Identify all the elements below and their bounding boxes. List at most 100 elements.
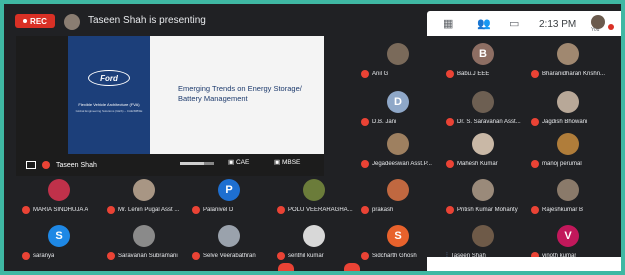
mic-muted-icon xyxy=(277,206,285,214)
participant-name: Anil G xyxy=(372,71,389,77)
participant-label: Anil G xyxy=(361,70,441,78)
mic-muted-icon xyxy=(446,160,454,168)
mic-muted-icon xyxy=(192,206,200,214)
participant-label: Selve Veerabathran xyxy=(192,252,272,260)
participant-label: Rajeshkumar B xyxy=(531,206,611,214)
participant-avatar: D xyxy=(387,91,409,113)
presenter-avatar xyxy=(64,14,80,30)
participant-name: prakash xyxy=(372,207,394,213)
participant-avatar xyxy=(472,91,494,113)
participant-tile[interactable]: Selve Veerabathran xyxy=(188,222,272,266)
participant-tile[interactable]: prakash xyxy=(357,176,441,220)
participant-avatar xyxy=(48,179,70,201)
participant-avatar xyxy=(557,91,579,113)
participant-tile[interactable]: Bharanidharan Krishn... xyxy=(527,40,611,84)
recording-badge: REC xyxy=(15,14,55,28)
participant-label: Mahesh Kumar xyxy=(446,160,526,168)
participant-avatar: P xyxy=(218,179,240,201)
meeting-window: REC Taseen Shah is presenting ▦ 👥 ▭ 2:13… xyxy=(4,4,621,271)
participant-avatar xyxy=(303,225,325,247)
slide-left-title: Flexible Vehicle Architecture (FVA) xyxy=(78,102,140,107)
slide-footer-cae: ▣ CAE xyxy=(228,159,250,166)
participant-label: Babu.J EEE xyxy=(446,70,526,78)
presentation-tile[interactable]: Ford Flexible Vehicle Architecture (FVA)… xyxy=(16,36,324,176)
participant-tile[interactable]: Dr. S. Saravanan Asst... xyxy=(442,88,526,132)
participant-tile[interactable]: P Palanivel D xyxy=(188,176,272,220)
participant-label: Jagdish Bhowani xyxy=(531,118,611,126)
participant-avatar: B xyxy=(472,43,494,65)
mic-muted-icon xyxy=(446,118,454,126)
mic-muted-icon xyxy=(446,206,454,214)
participant-label: senthil kumar xyxy=(277,252,357,260)
slide-progress-bar xyxy=(180,162,214,165)
mic-muted-icon xyxy=(107,206,115,214)
participant-name: Dr. S. Saravanan Asst... xyxy=(457,119,521,125)
mic-muted-icon xyxy=(531,206,539,214)
mic-muted-icon xyxy=(107,252,115,260)
slide-heading-line-2: Battery Management xyxy=(178,94,248,103)
participant-name: D.B. Jani xyxy=(372,119,397,125)
slide-footer-mbse: ▣ MBSE xyxy=(274,159,301,166)
participant-name: manoj perumal xyxy=(542,161,582,167)
participant-tile[interactable]: Rajeshkumar B xyxy=(527,176,611,220)
mic-muted-icon xyxy=(361,206,369,214)
chat-icon[interactable]: ▭ xyxy=(509,17,519,30)
participant-avatar xyxy=(387,43,409,65)
participant-name: Rajeshkumar B xyxy=(542,207,584,213)
participant-name: saranya xyxy=(33,253,55,259)
mic-muted-icon xyxy=(277,252,285,260)
participant-name: POLU VEERARAGHA... xyxy=(288,207,353,213)
participant-label: POLU VEERARAGHA... xyxy=(277,206,357,214)
participant-tile[interactable]: B Babu.J EEE xyxy=(442,40,526,84)
slide-heading: Emerging Trends on Energy Storage/ Batte… xyxy=(178,84,318,104)
mic-muted-icon xyxy=(42,161,50,169)
participant-name: Mahesh Kumar xyxy=(457,161,498,167)
participant-avatar xyxy=(557,133,579,155)
top-bar: REC Taseen Shah is presenting ▦ 👥 ▭ 2:13… xyxy=(4,4,621,36)
participant-name: Selve Veerabathran xyxy=(203,253,256,259)
participant-name: Bharanidharan Krishn... xyxy=(542,71,606,77)
participant-name: MARIA SINDHUJA A xyxy=(33,207,89,213)
participant-tile[interactable]: Mr. Lenin Pugal Asst ... xyxy=(103,176,187,220)
participant-tile[interactable]: Jagdish Bhowani xyxy=(527,88,611,132)
mic-toggle-button[interactable] xyxy=(344,263,360,271)
participant-label: prakash xyxy=(361,206,441,214)
people-icon[interactable]: 👥 xyxy=(477,17,491,30)
participant-avatar: S xyxy=(48,225,70,247)
participant-avatar: V xyxy=(557,225,579,247)
participant-name: Sidcharth Ghosh xyxy=(372,253,417,259)
participant-name: Pritish Kumar Mohanty xyxy=(457,207,518,213)
participant-tile[interactable]: senthil kumar xyxy=(273,222,357,266)
presentation-label: Taseen Shah xyxy=(26,161,97,169)
participant-tile[interactable]: Jegadeeswari Asst.P... xyxy=(357,130,441,174)
participant-label: D.B. Jani xyxy=(361,118,441,126)
participant-tile[interactable]: MARIA SINDHUJA A xyxy=(18,176,102,220)
participant-avatar xyxy=(557,179,579,201)
grid-layout-icon[interactable]: ▦ xyxy=(443,17,453,30)
mic-muted-icon xyxy=(361,70,369,78)
participant-tile[interactable]: D D.B. Jani xyxy=(357,88,441,132)
bottom-toolbar xyxy=(427,257,621,271)
participant-tile[interactable]: Saravanan Subramani xyxy=(103,222,187,266)
presenting-status: Taseen Shah is presenting xyxy=(88,15,206,26)
participant-tile[interactable]: POLU VEERARAGHA... xyxy=(273,176,357,220)
participant-label: MARIA SINDHUJA A xyxy=(22,206,102,214)
participant-avatar xyxy=(387,179,409,201)
slide-footer: ▣ CAE ▣ MBSE xyxy=(150,154,324,176)
participant-tile[interactable]: Mahesh Kumar xyxy=(442,130,526,174)
participant-name: Palanivel D xyxy=(203,207,234,213)
mic-muted-icon xyxy=(531,160,539,168)
participant-tile[interactable]: Ssaranya xyxy=(18,222,102,266)
participant-label: manoj perumal xyxy=(531,160,611,168)
ford-logo: Ford xyxy=(88,70,130,86)
pin-icon[interactable] xyxy=(26,161,36,169)
participant-tile[interactable]: Anil G xyxy=(357,40,441,84)
participant-name: Jegadeeswari Asst.P... xyxy=(372,161,432,167)
participant-avatar xyxy=(557,43,579,65)
participant-label: Pritish Kumar Mohanty xyxy=(446,206,526,214)
participant-avatar xyxy=(472,225,494,247)
participant-tile[interactable]: Pritish Kumar Mohanty xyxy=(442,176,526,220)
participant-tile[interactable]: manoj perumal xyxy=(527,130,611,174)
end-call-button[interactable] xyxy=(278,263,294,271)
participant-label: Jegadeeswari Asst.P... xyxy=(361,160,441,168)
